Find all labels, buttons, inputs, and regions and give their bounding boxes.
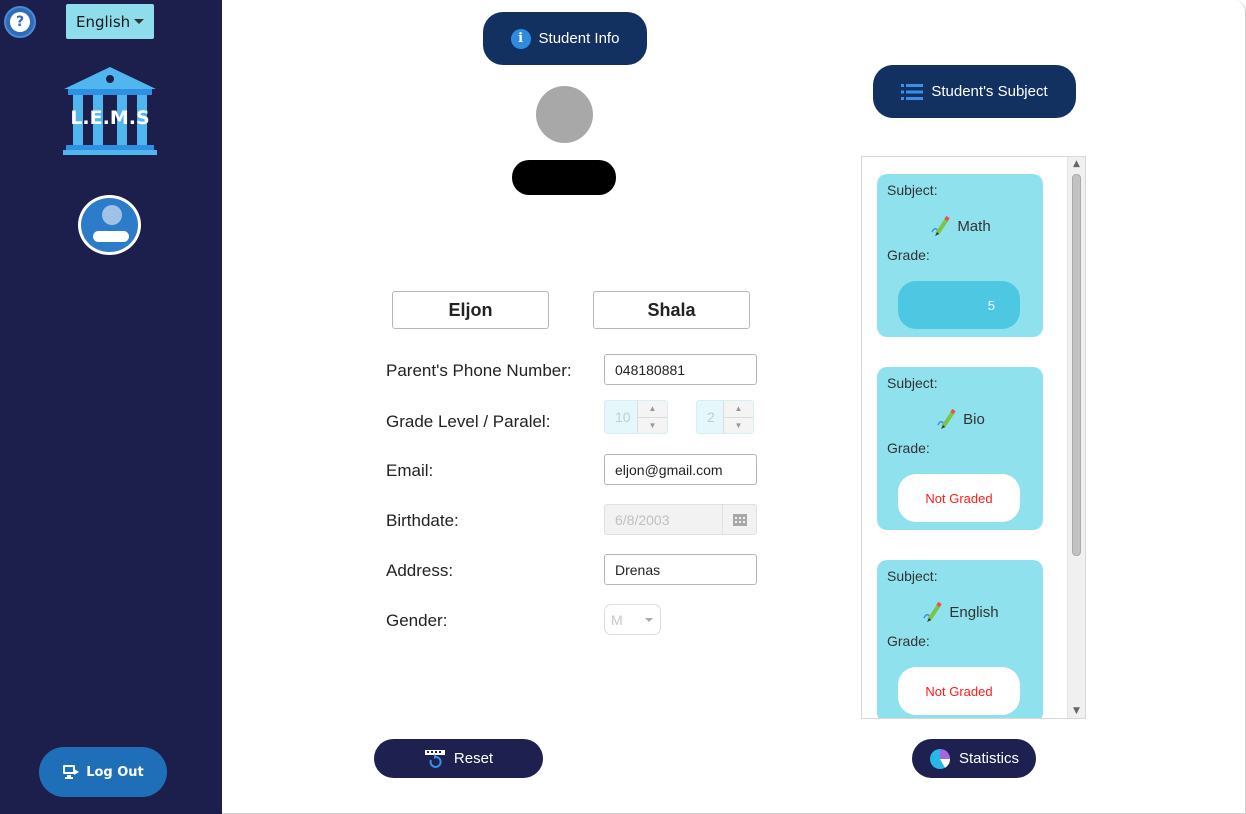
reset-button[interactable]: Reset — [374, 739, 543, 778]
last-name-field[interactable]: Shala — [593, 291, 750, 329]
pie-chart-icon — [929, 748, 950, 769]
chevron-down-icon — [645, 618, 653, 622]
subject-card-math: Subject: Math Grade: 5 — [877, 174, 1043, 337]
list-icon — [901, 83, 924, 100]
scroll-down-icon[interactable]: ▼ — [1068, 704, 1085, 718]
birthdate-label: Birthdate: — [386, 511, 459, 530]
reset-icon — [424, 749, 445, 768]
grade-level-value: 10 — [615, 409, 631, 425]
subject-label: Subject: — [887, 375, 938, 391]
paralel-spinner[interactable]: 2 ▲ ▼ — [696, 400, 754, 434]
logout-icon — [63, 765, 80, 779]
user-avatar-icon[interactable] — [78, 195, 141, 255]
subject-name: Math — [957, 217, 991, 235]
subject-card-english: Subject: English Grade: Not Graded — [877, 560, 1043, 718]
logout-button[interactable]: Log Out — [39, 747, 167, 797]
subject-list[interactable]: Subject: Math Grade: 5 Subject: Bio Grad… — [861, 156, 1086, 719]
grade-value: Not Graded — [898, 474, 1020, 522]
birthdate-value: 6/8/2003 — [615, 511, 670, 528]
pencil-icon — [931, 215, 950, 236]
spinner-up-icon[interactable]: ▲ — [724, 401, 753, 418]
calendar-icon[interactable] — [722, 505, 756, 534]
student-info-label: Student Info — [538, 30, 620, 47]
grade-label: Grade: — [887, 633, 930, 649]
subject-list-scrollbar[interactable]: ▲ ▼ — [1067, 157, 1085, 718]
language-select[interactable]: English — [66, 4, 154, 39]
lems-logo: L.E.M.S — [63, 67, 157, 155]
email-label: Email: — [386, 461, 434, 480]
spinner-down-icon[interactable]: ▼ — [724, 418, 753, 434]
scroll-up-icon[interactable]: ▲ — [1068, 157, 1085, 171]
address-input[interactable]: Drenas — [604, 554, 757, 585]
paralel-value: 2 — [707, 409, 715, 425]
students-subject-label: Student's Subject — [931, 83, 1048, 100]
grade-label: Grade: — [887, 247, 930, 263]
logout-label: Log Out — [86, 764, 144, 780]
help-button[interactable]: ? — [4, 6, 36, 38]
grade-level-spinner[interactable]: 10 ▲ ▼ — [604, 400, 668, 434]
chevron-down-icon — [134, 19, 144, 24]
email-input[interactable]: eljon@gmail.com — [604, 454, 757, 485]
grade-label: Grade: — [887, 440, 930, 456]
pencil-icon — [937, 408, 956, 429]
grade-level-label: Grade Level / Paralel: — [386, 412, 551, 431]
logo-text: L.E.M.S — [70, 107, 149, 129]
student-avatar-icon — [512, 86, 616, 196]
phone-input[interactable]: 048180881 — [604, 354, 757, 385]
phone-label: Parent's Phone Number: — [386, 361, 572, 380]
statistics-label: Statistics — [958, 750, 1019, 767]
address-label: Address: — [386, 561, 454, 580]
subject-label: Subject: — [887, 568, 938, 584]
gender-value: M — [611, 611, 623, 628]
scrollbar-thumb[interactable] — [1072, 174, 1081, 556]
gender-select[interactable]: M — [604, 604, 661, 635]
sidebar: ? English L.E.M.S Log Out — [0, 0, 222, 814]
grade-value: Not Graded — [898, 667, 1020, 715]
birthdate-picker[interactable]: 6/8/2003 — [604, 504, 757, 535]
spinner-down-icon[interactable]: ▼ — [638, 418, 667, 434]
reset-label: Reset — [453, 750, 494, 767]
subject-name: Bio — [963, 410, 985, 428]
pencil-icon — [923, 601, 943, 622]
first-name-field[interactable]: Eljon — [392, 291, 549, 329]
question-icon: ? — [10, 12, 30, 32]
gender-label: Gender: — [386, 611, 448, 630]
statistics-button[interactable]: Statistics — [912, 739, 1036, 778]
grade-value: 5 — [898, 281, 1020, 329]
spinner-up-icon[interactable]: ▲ — [638, 401, 667, 418]
subject-card-bio: Subject: Bio Grade: Not Graded — [877, 367, 1043, 530]
subject-label: Subject: — [887, 182, 938, 198]
language-value: English — [76, 12, 131, 31]
student-info-button[interactable]: i Student Info — [483, 12, 647, 65]
info-icon: i — [510, 28, 531, 49]
students-subject-button[interactable]: Student's Subject — [873, 65, 1076, 118]
subject-name: English — [949, 603, 999, 621]
